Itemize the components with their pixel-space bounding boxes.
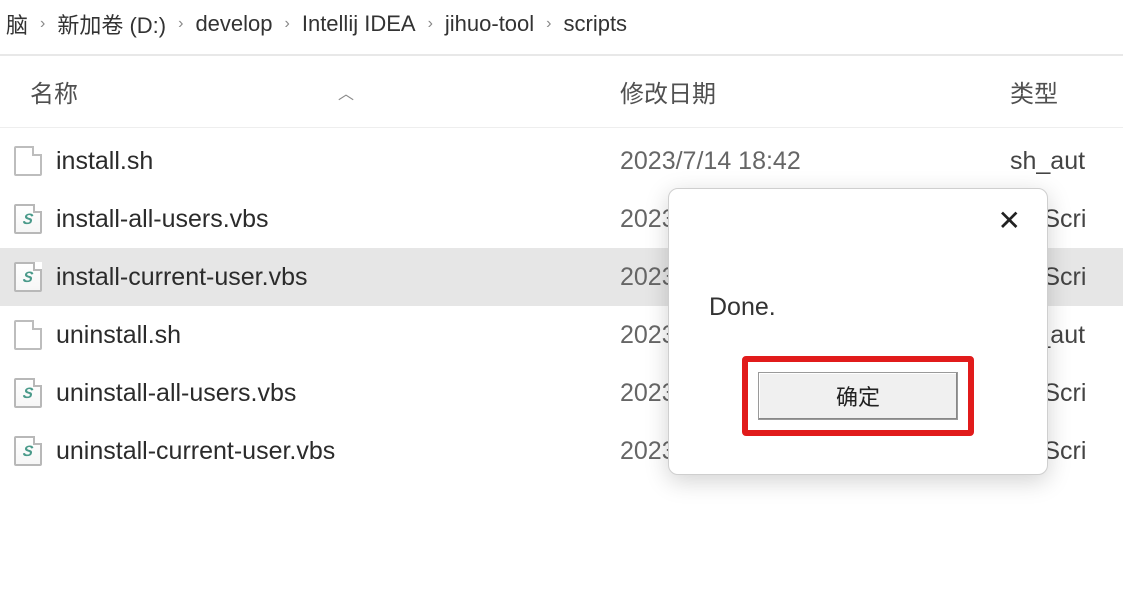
- ok-button-highlight: 确定: [742, 356, 974, 436]
- column-header-name-label: 名称: [30, 74, 78, 109]
- file-name: uninstall.sh: [56, 321, 620, 350]
- file-date: 2023/7/14 18:42: [620, 147, 1010, 176]
- chevron-right-icon: ›: [422, 15, 439, 33]
- file-name: install-current-user.vbs: [56, 263, 620, 292]
- vbscript-file-icon: [14, 436, 42, 466]
- file-name: install.sh: [56, 147, 620, 176]
- breadcrumb-item[interactable]: develop: [189, 11, 278, 37]
- ok-button[interactable]: 确定: [758, 372, 958, 420]
- vbscript-file-icon: [14, 204, 42, 234]
- file-type: sh_aut: [1010, 147, 1123, 176]
- vbscript-file-icon: [14, 262, 42, 292]
- file-icon: [14, 320, 42, 350]
- breadcrumb-item[interactable]: scripts: [558, 11, 634, 37]
- breadcrumb[interactable]: 脑 › 新加卷 (D:) › develop › Intellij IDEA ›…: [0, 0, 1123, 48]
- column-header-type[interactable]: 类型: [1010, 74, 1123, 109]
- file-name: uninstall-all-users.vbs: [56, 379, 620, 408]
- column-header-name[interactable]: 名称 ︿: [30, 74, 620, 109]
- dialog-message: Done.: [669, 235, 1047, 356]
- dialog-header: ✕: [669, 189, 1047, 235]
- breadcrumb-item[interactable]: 新加卷 (D:): [51, 8, 172, 40]
- sort-caret-icon: ︿: [338, 80, 354, 104]
- chevron-right-icon: ›: [172, 15, 189, 33]
- file-name: uninstall-current-user.vbs: [56, 437, 620, 466]
- breadcrumb-item[interactable]: jihuo-tool: [439, 11, 540, 37]
- column-header-date[interactable]: 修改日期: [620, 74, 1010, 109]
- file-row[interactable]: install.sh2023/7/14 18:42sh_aut: [0, 132, 1123, 190]
- column-headers: 名称 ︿ 修改日期 类型: [0, 56, 1123, 128]
- file-name: install-all-users.vbs: [56, 205, 620, 234]
- chevron-right-icon: ›: [540, 15, 557, 33]
- breadcrumb-item[interactable]: Intellij IDEA: [296, 11, 422, 37]
- chevron-right-icon: ›: [34, 15, 51, 33]
- close-icon[interactable]: ✕: [998, 207, 1021, 235]
- file-icon: [14, 146, 42, 176]
- dialog-footer: 确定: [669, 356, 1047, 474]
- breadcrumb-item[interactable]: 脑: [0, 8, 34, 40]
- vbscript-file-icon: [14, 378, 42, 408]
- chevron-right-icon: ›: [279, 15, 296, 33]
- message-dialog: ✕ Done. 确定: [668, 188, 1048, 475]
